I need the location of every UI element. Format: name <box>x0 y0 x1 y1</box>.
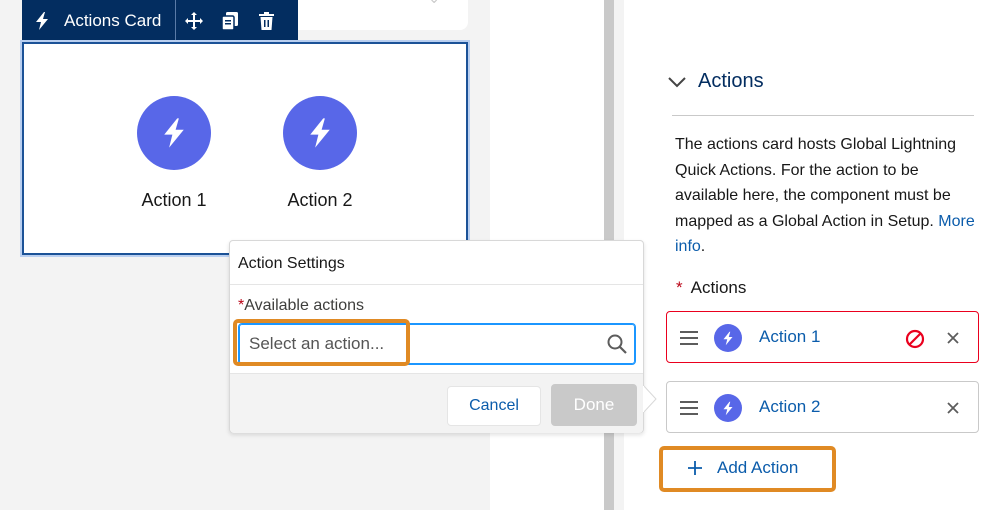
card-action-label: Action 1 <box>141 190 207 210</box>
action-row-1[interactable]: Action 1 <box>666 311 979 363</box>
popover-nubbin <box>643 385 657 413</box>
actions-label-text: Actions <box>690 278 747 297</box>
popover-title: Action Settings <box>230 241 643 285</box>
highlight-add-action <box>659 446 836 492</box>
remove-action-icon[interactable] <box>946 331 960 345</box>
description-end: . <box>700 238 706 255</box>
remove-action-icon[interactable] <box>946 401 960 415</box>
bolt-icon <box>714 324 742 352</box>
component-above[interactable]: ⌄ <box>280 0 468 30</box>
available-actions-label-text: Available actions <box>244 297 365 314</box>
chevron-down-icon: ⌄ <box>428 0 440 7</box>
section-title: Actions <box>698 70 764 92</box>
bolt-icon <box>164 118 184 148</box>
action-row-label[interactable]: Action 1 <box>759 327 820 347</box>
error-ban-icon <box>905 329 925 349</box>
move-button[interactable] <box>176 0 212 42</box>
section-divider <box>672 115 974 116</box>
component-name: Actions Card <box>64 11 162 30</box>
description-text: The actions card hosts Global Lightning … <box>675 136 957 230</box>
drag-handle-icon[interactable] <box>680 331 698 345</box>
bolt-icon <box>310 118 330 148</box>
bolt-icon <box>714 394 742 422</box>
card-action-label: Action 2 <box>287 190 353 210</box>
action-row-label[interactable]: Action 2 <box>759 397 820 417</box>
cancel-button[interactable]: Cancel <box>447 386 541 426</box>
delete-icon <box>258 12 274 30</box>
action-icon-circle <box>137 96 211 170</box>
highlight-select-action <box>233 319 410 366</box>
search-icon <box>607 334 627 354</box>
action-row-2[interactable]: Action 2 <box>666 381 979 433</box>
card-action-2[interactable]: Action 2 <box>265 96 375 211</box>
bolt-icon <box>36 12 48 30</box>
move-icon <box>185 12 204 30</box>
chevron-down-icon <box>668 76 686 87</box>
required-mark: * <box>676 278 683 297</box>
component-toolbar-title: Actions Card <box>22 0 177 42</box>
clone-icon <box>222 12 239 30</box>
clone-button[interactable] <box>212 0 248 42</box>
actions-section-toggle[interactable]: Actions <box>668 70 764 93</box>
popover-footer: Cancel Done <box>230 373 643 433</box>
component-toolbar: Actions Card <box>22 0 298 42</box>
card-action-1[interactable]: Action 1 <box>119 96 229 211</box>
section-description: The actions card hosts Global Lightning … <box>675 132 975 260</box>
available-actions-label: *Available actions <box>238 297 364 315</box>
actions-field-label: * Actions <box>676 278 746 298</box>
delete-button[interactable] <box>248 0 284 42</box>
action-icon-circle <box>283 96 357 170</box>
drag-handle-icon[interactable] <box>680 401 698 415</box>
properties-panel: Actions The actions card hosts Global Li… <box>624 0 1000 510</box>
actions-card[interactable]: Action 1 Action 2 <box>22 42 468 255</box>
done-button[interactable]: Done <box>551 384 637 426</box>
